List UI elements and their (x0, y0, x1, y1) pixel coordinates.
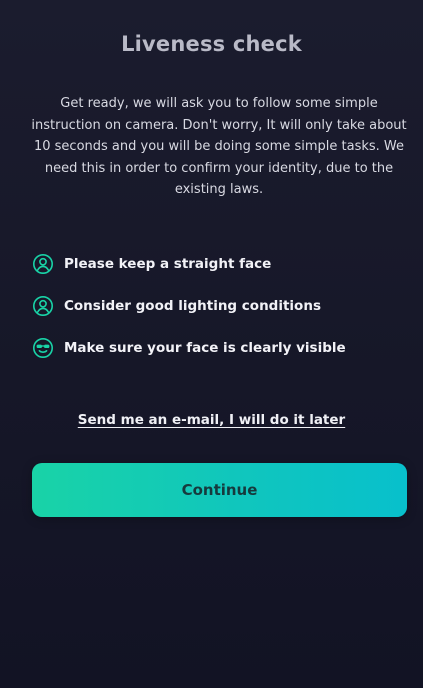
user-circle-icon (32, 295, 54, 317)
requirements-list: Please keep a straight face Consider goo… (32, 251, 392, 377)
requirement-straight-face: Please keep a straight face (32, 251, 392, 277)
requirement-good-lighting: Consider good lighting conditions (32, 293, 392, 319)
requirement-label: Consider good lighting conditions (64, 298, 321, 314)
user-circle-icon (32, 253, 54, 275)
email-later-link[interactable]: Send me an e-mail, I will do it later (78, 412, 345, 428)
requirement-label: Make sure your face is clearly visible (64, 340, 346, 356)
smile-sunglasses-icon (32, 337, 54, 359)
requirement-label: Please keep a straight face (64, 256, 272, 272)
page-title: Liveness check (121, 32, 302, 56)
email-later-container: Send me an e-mail, I will do it later (0, 409, 423, 428)
continue-button[interactable]: Continue (32, 463, 407, 517)
liveness-check-screen: Liveness check Get ready, we will ask yo… (0, 0, 423, 688)
requirement-face-visible: Make sure your face is clearly visible (32, 335, 392, 361)
intro-text: Get ready, we will ask you to follow som… (31, 96, 407, 197)
